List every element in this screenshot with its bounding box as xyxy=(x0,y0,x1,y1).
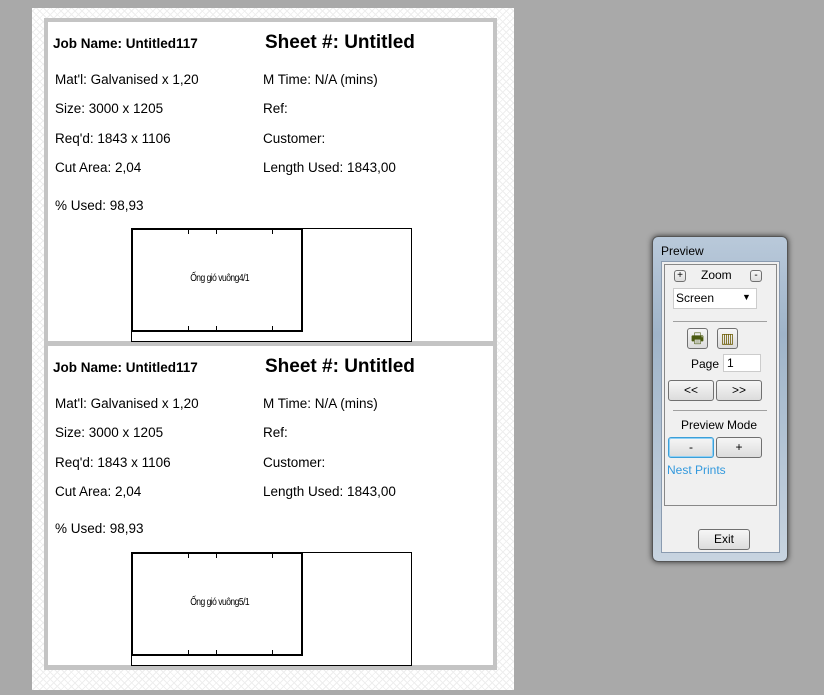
preview-mode-minus-button[interactable]: - xyxy=(668,437,714,458)
print-setup-icon[interactable]: ▥ xyxy=(717,328,738,349)
tick xyxy=(188,326,189,331)
tick xyxy=(216,229,217,234)
tick xyxy=(216,553,217,558)
dialog-body: + Zoom - Screen ▼ 🖶 ▥ Page 1 << >> Previ… xyxy=(661,261,780,553)
size: Size: 3000 x 1205 xyxy=(55,101,164,116)
job-name: Job Name: Untitled117 xyxy=(53,360,198,375)
tick xyxy=(188,229,189,234)
page-input[interactable]: 1 xyxy=(723,354,761,372)
material: Mat'l: Galvanised x 1,20 xyxy=(55,72,199,87)
job-name: Job Name: Untitled117 xyxy=(53,36,198,51)
reqd: Req'd: 1843 x 1106 xyxy=(55,131,171,146)
m-time: M Time: N/A (mins) xyxy=(263,72,378,87)
cut-area: Cut Area: 2,04 xyxy=(55,484,142,499)
ref: Ref: xyxy=(263,425,288,440)
next-page-button[interactable]: >> xyxy=(716,380,762,401)
preview-mode-label: Preview Mode xyxy=(681,418,758,432)
size: Size: 3000 x 1205 xyxy=(55,425,164,440)
m-time: M Time: N/A (mins) xyxy=(263,396,378,411)
zoom-in-button[interactable]: + xyxy=(674,270,686,282)
percent-used: % Used: 98,93 xyxy=(55,198,144,213)
zoom-value: Screen xyxy=(676,291,715,305)
preview-mode-plus-button[interactable]: + xyxy=(716,437,762,458)
percent-used: % Used: 98,93 xyxy=(55,521,144,536)
tick xyxy=(272,650,273,655)
tick xyxy=(188,650,189,655)
sheet-report-1: Job Name: Untitled117 Sheet #: Untitled … xyxy=(48,22,493,342)
tick xyxy=(272,553,273,558)
controls-panel: + Zoom - Screen ▼ 🖶 ▥ Page 1 << >> Previ… xyxy=(664,264,777,506)
sheet-report-2: Job Name: Untitled117 Sheet #: Untitled … xyxy=(48,346,493,666)
nest-prints-link[interactable]: Nest Prints xyxy=(667,463,726,477)
preview-dialog: Preview + Zoom - Screen ▼ 🖶 ▥ Page 1 << … xyxy=(652,236,788,562)
exit-button[interactable]: Exit xyxy=(698,529,750,550)
part-label: Ống gió vuông4/1 xyxy=(190,273,250,284)
page-label: Page xyxy=(691,357,720,371)
reqd: Req'd: 1843 x 1106 xyxy=(55,455,171,470)
chevron-down-icon: ▼ xyxy=(742,292,751,302)
sheet-number: Sheet #: Untitled xyxy=(265,356,415,377)
dialog-title: Preview xyxy=(661,244,704,258)
sheet-number: Sheet #: Untitled xyxy=(265,32,415,53)
zoom-label: Zoom xyxy=(701,268,732,282)
print-icon[interactable]: 🖶 xyxy=(687,328,708,349)
tick xyxy=(216,326,217,331)
length-used: Length Used: 1843,00 xyxy=(263,160,396,175)
tick xyxy=(272,326,273,331)
ref: Ref: xyxy=(263,101,288,116)
tick xyxy=(216,650,217,655)
zoom-out-button[interactable]: - xyxy=(750,270,762,282)
divider xyxy=(673,410,767,411)
customer: Customer: xyxy=(263,455,326,470)
divider xyxy=(673,321,767,322)
customer: Customer: xyxy=(263,131,326,146)
tick xyxy=(272,229,273,234)
prev-page-button[interactable]: << xyxy=(668,380,714,401)
cut-area: Cut Area: 2,04 xyxy=(55,160,142,175)
length-used: Length Used: 1843,00 xyxy=(263,484,396,499)
tick xyxy=(188,553,189,558)
zoom-select[interactable]: Screen ▼ xyxy=(673,288,757,309)
part-label: Ống gió vuông5/1 xyxy=(190,597,250,608)
material: Mat'l: Galvanised x 1,20 xyxy=(55,396,199,411)
